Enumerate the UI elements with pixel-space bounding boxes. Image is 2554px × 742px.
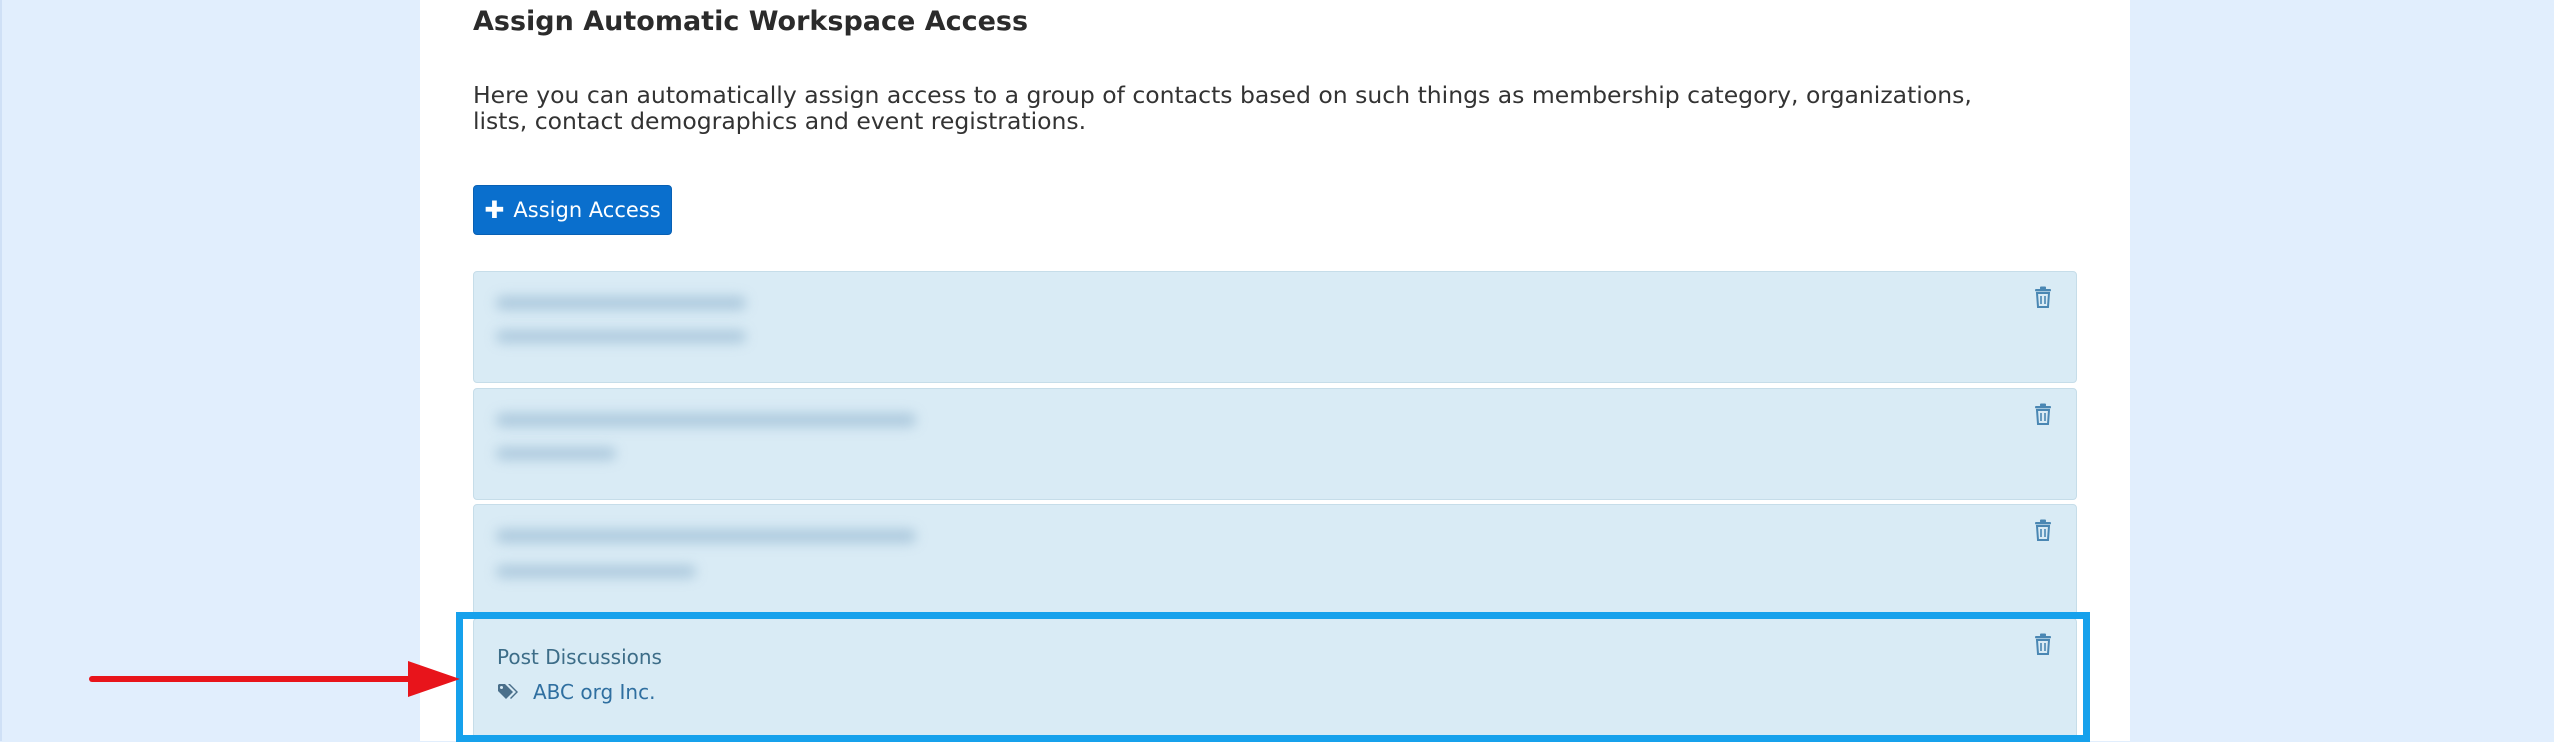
blurred-tag [496, 447, 616, 460]
blurred-tag [496, 565, 696, 578]
trash-icon[interactable] [2034, 403, 2052, 425]
plus-icon: ✚ [484, 196, 505, 224]
section-title: Assign Automatic Workspace Access [473, 6, 1029, 37]
blurred-tag [496, 330, 746, 343]
access-item [473, 388, 2077, 500]
assign-access-label: Assign Access [513, 198, 661, 222]
blurred-title [496, 413, 916, 427]
blurred-title [496, 529, 916, 543]
access-item [473, 504, 2077, 616]
access-item-title: Post Discussions [497, 645, 662, 669]
access-item [473, 271, 2077, 383]
section-description: Here you can automatically assign access… [473, 81, 1972, 135]
page-background-right [2130, 0, 2554, 741]
access-item-post-discussions: Post Discussions ABC org Inc. [473, 618, 2077, 738]
trash-icon[interactable] [2034, 519, 2052, 541]
page-background-left [0, 0, 420, 741]
assign-access-button[interactable]: ✚ Assign Access [473, 185, 672, 235]
trash-icon[interactable] [2034, 633, 2052, 655]
blurred-title [496, 296, 746, 310]
tags-icon [498, 684, 518, 699]
trash-icon[interactable] [2034, 286, 2052, 308]
access-item-tag-row: ABC org Inc. [497, 680, 655, 704]
access-item-tag-link[interactable]: ABC org Inc. [533, 680, 655, 704]
red-arrow-annotation [89, 661, 460, 697]
